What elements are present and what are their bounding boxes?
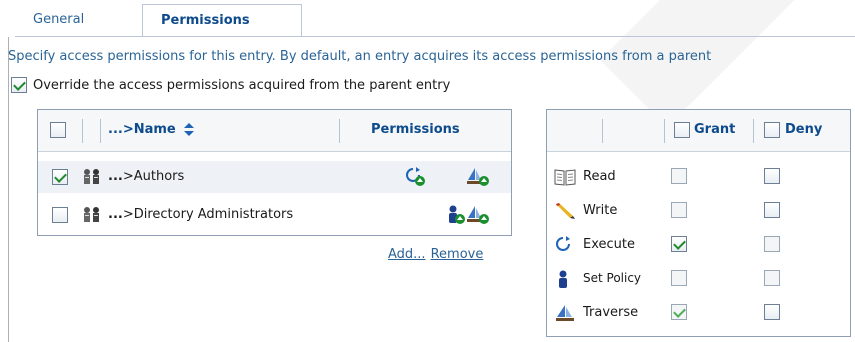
select-all-checkbox[interactable] <box>50 122 66 138</box>
add-link[interactable]: Add... <box>388 247 426 262</box>
member-name-label: >Authors <box>122 169 185 184</box>
deny-column-header: Deny <box>785 122 823 137</box>
deny-read-checkbox[interactable] <box>764 168 780 184</box>
grant-write-checkbox[interactable] <box>671 202 687 218</box>
set-policy-icon <box>446 205 466 225</box>
remove-link[interactable]: Remove <box>431 247 484 262</box>
permission-label: Execute <box>583 237 635 252</box>
grant-all-checkbox[interactable] <box>674 122 690 138</box>
deny-execute-checkbox[interactable] <box>764 236 780 252</box>
permission-label: Set Policy <box>583 271 642 285</box>
name-column-header[interactable]: ...>Name <box>108 122 195 137</box>
permission-row-read: Read <box>547 160 850 194</box>
grant-set-policy-checkbox[interactable] <box>671 270 687 286</box>
book-icon <box>554 168 576 186</box>
traverse-icon <box>466 167 490 187</box>
name-header-label: >Name <box>122 122 176 137</box>
permission-row-execute: Execute <box>547 228 850 262</box>
permission-label: Write <box>583 203 618 218</box>
member-name: ...>Authors <box>108 169 184 184</box>
permission-label: Traverse <box>583 305 639 320</box>
deny-set-policy-checkbox[interactable] <box>764 270 780 286</box>
override-label: Override the access permissions acquired… <box>33 77 451 93</box>
group-icon <box>82 168 102 186</box>
traverse-icon <box>554 304 576 322</box>
row-checkbox[interactable] <box>52 207 68 223</box>
grant-column-header: Grant <box>694 122 736 137</box>
execute-icon <box>405 167 427 187</box>
tab-permissions[interactable]: Permissions <box>142 4 302 37</box>
member-name-dots: ... <box>108 169 123 184</box>
grant-execute-checkbox[interactable] <box>671 236 687 252</box>
sort-updown-icon[interactable] <box>184 123 195 136</box>
permission-row-traverse: Traverse <box>547 296 850 330</box>
permission-label: Read <box>583 169 616 184</box>
description-text: Specify access permissions for this entr… <box>8 49 712 64</box>
override-permissions-option[interactable]: Override the access permissions acquired… <box>11 77 450 93</box>
table-actions: Add... Remove <box>388 247 488 262</box>
column-separator <box>100 119 101 143</box>
permissions-column-header: Permissions <box>371 122 460 137</box>
member-name-label: >Directory Administrators <box>122 207 294 222</box>
members-table-header: ...>Name Permissions <box>38 110 511 152</box>
permission-row-set-policy: Set Policy <box>547 262 850 296</box>
table-row[interactable]: ...>Directory Administrators <box>38 199 511 231</box>
deny-all-checkbox[interactable] <box>764 122 780 138</box>
member-name: ...>Directory Administrators <box>108 207 293 222</box>
pencil-icon <box>554 202 576 220</box>
group-icon <box>82 206 102 224</box>
permissions-table-header: Grant Deny <box>547 110 850 152</box>
column-separator <box>753 119 754 143</box>
tab-divider <box>15 36 855 37</box>
table-row[interactable]: ...>Authors <box>38 161 511 193</box>
permissions-table: Grant Deny Read Write Execute Set Policy… <box>546 109 851 337</box>
set-policy-icon <box>554 270 574 288</box>
members-table: ...>Name Permissions ...>Authors ...>Dir… <box>37 109 512 236</box>
execute-icon <box>554 236 574 254</box>
column-separator <box>339 119 340 143</box>
permission-row-write: Write <box>547 194 850 228</box>
deny-write-checkbox[interactable] <box>764 202 780 218</box>
traverse-icon <box>466 205 490 225</box>
name-header-dots: ... <box>108 122 123 137</box>
grant-read-checkbox[interactable] <box>671 168 687 184</box>
content-left-border <box>8 37 9 342</box>
column-separator <box>82 119 83 143</box>
column-separator <box>602 119 603 143</box>
row-checkbox[interactable] <box>52 169 68 185</box>
member-name-dots: ... <box>108 207 123 222</box>
column-separator <box>664 119 665 143</box>
tab-bar: General Permissions <box>15 4 855 37</box>
override-checkbox[interactable] <box>11 77 27 93</box>
tab-general[interactable]: General <box>15 4 142 37</box>
grant-traverse-checkbox[interactable] <box>671 304 687 320</box>
deny-traverse-checkbox[interactable] <box>764 304 780 320</box>
